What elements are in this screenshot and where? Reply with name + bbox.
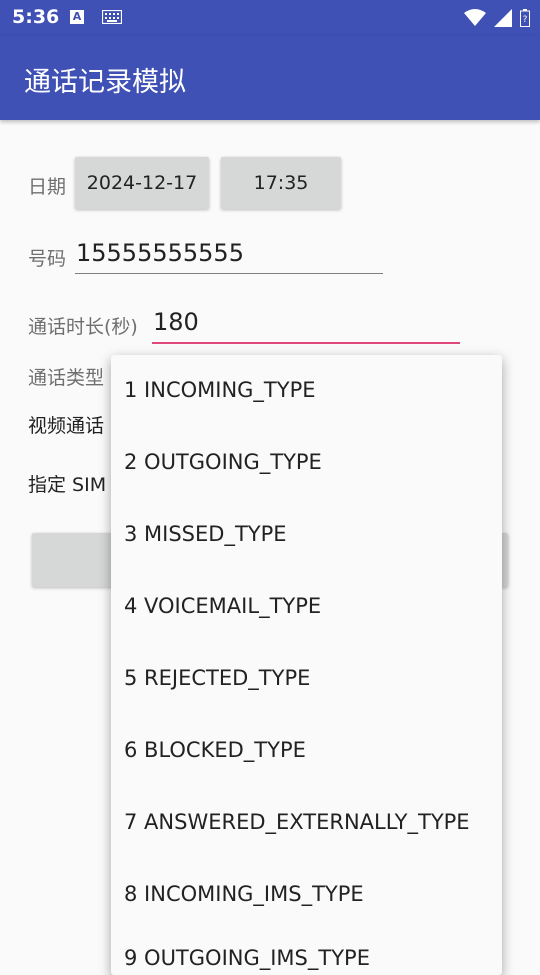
dropdown-item-blocked[interactable]: 6 BLOCKED_TYPE <box>124 738 306 762</box>
time-value: 17:35 <box>253 172 309 194</box>
dropdown-item-missed[interactable]: 3 MISSED_TYPE <box>124 522 287 546</box>
status-bar: 5:36 A ? <box>0 0 540 36</box>
dropdown-item-incoming-ims[interactable]: 8 INCOMING_IMS_TYPE <box>124 882 364 906</box>
dropdown-item-outgoing[interactable]: 2 OUTGOING_TYPE <box>124 450 322 474</box>
wifi-icon <box>464 9 486 26</box>
dropdown-item-incoming[interactable]: 1 INCOMING_TYPE <box>124 378 316 402</box>
date-label: 日期 <box>28 176 67 198</box>
number-input[interactable]: 15555555555 <box>75 236 383 276</box>
number-value: 15555555555 <box>76 239 244 267</box>
duration-underline <box>152 342 460 344</box>
date-value: 2024-12-17 <box>86 172 198 194</box>
dropdown-item-outgoing-ims[interactable]: 9 OUTGOING_IMS_TYPE <box>124 946 370 970</box>
number-underline <box>75 273 383 274</box>
number-label: 号码 <box>28 248 67 270</box>
dropdown-item-voicemail[interactable]: 4 VOICEMAIL_TYPE <box>124 594 321 618</box>
battery-icon: ? <box>520 9 530 27</box>
duration-value: 180 <box>153 308 199 336</box>
status-icons: ? <box>464 7 530 29</box>
duration-label: 通话时长(秒) <box>28 316 138 338</box>
app-bar: 通话记录模拟 <box>0 36 540 120</box>
time-picker-button[interactable]: 17:35 <box>221 157 341 209</box>
sim-label: 指定 SIM <box>28 474 107 496</box>
status-time: 5:36 <box>12 6 60 28</box>
svg-text:?: ? <box>523 15 528 25</box>
keyboard-icon <box>102 10 122 24</box>
signal-icon <box>494 9 512 27</box>
call-type-dropdown[interactable]: 1 INCOMING_TYPE 2 OUTGOING_TYPE 3 MISSED… <box>111 355 502 975</box>
app-title: 通话记录模拟 <box>24 67 186 98</box>
dropdown-item-answered-externally[interactable]: 7 ANSWERED_EXTERNALLY_TYPE <box>124 810 470 834</box>
call-type-label: 通话类型 <box>28 367 105 389</box>
date-picker-button[interactable]: 2024-12-17 <box>75 157 209 209</box>
video-call-label: 视频通话 <box>28 415 105 437</box>
dropdown-item-rejected[interactable]: 5 REJECTED_TYPE <box>124 666 310 690</box>
autofill-icon: A <box>70 10 84 24</box>
duration-input[interactable]: 180 <box>152 305 460 347</box>
